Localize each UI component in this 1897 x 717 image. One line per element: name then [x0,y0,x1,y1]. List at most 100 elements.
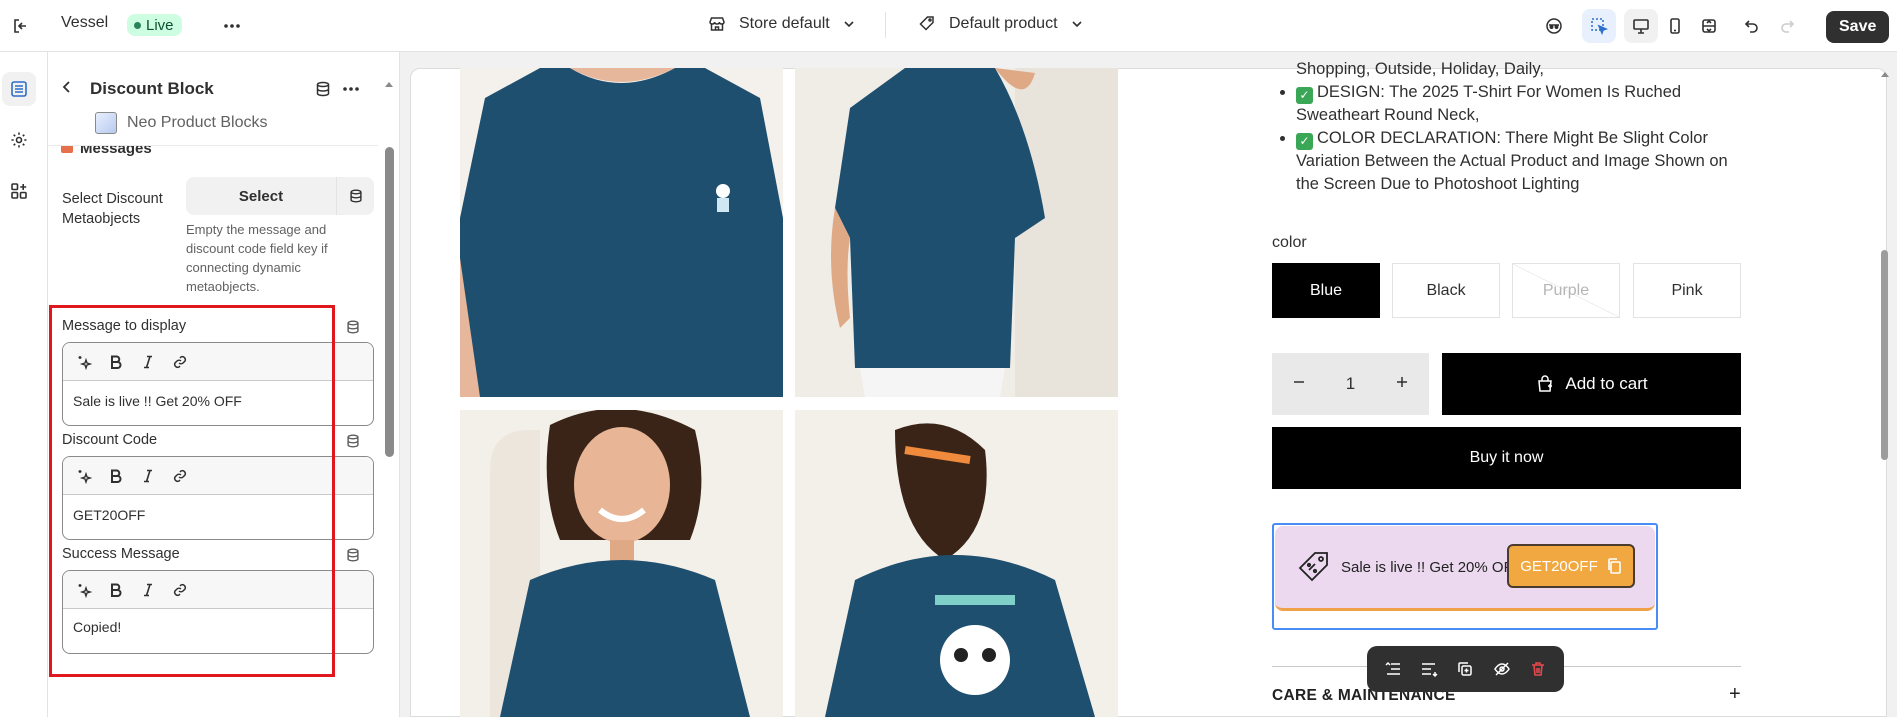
database-icon [345,433,361,449]
add-to-cart-button[interactable]: Add to cart [1442,353,1741,415]
copy-icon [1606,557,1622,575]
undo-button[interactable] [1734,9,1768,43]
product-selector-label: Default product [949,15,1058,32]
block-floating-toolbar [1367,646,1564,692]
select-button[interactable]: Select [186,177,336,215]
back-button[interactable] [58,78,76,101]
model-front-illustration [460,410,783,717]
store-selector-label: Store default [739,15,830,32]
apps-nav-button[interactable] [2,174,36,208]
panel-header: Discount Block Neo Product Blocks [48,52,378,146]
success-dynamic-source-button[interactable] [345,547,361,568]
tag-icon [917,14,937,34]
shirt-front-illustration [460,68,783,397]
fullscreen-icon [1699,16,1719,36]
product-bullets: Shopping, Outside, Holiday, Daily, ✓DESI… [1278,58,1748,196]
discount-message: Sale is live !! Get 20% OFF [1341,558,1522,576]
color-option-blue[interactable]: Blue [1272,263,1380,318]
select-source-button[interactable] [336,177,374,215]
product-image-1[interactable] [460,68,783,397]
color-option-black[interactable]: Black [1392,263,1500,318]
product-image-3[interactable] [460,410,783,717]
database-icon [348,188,364,204]
message-dynamic-source-button[interactable] [345,319,361,340]
chevron-down-icon [842,17,856,31]
mobile-view-button[interactable] [1658,9,1692,43]
database-icon [345,319,361,335]
block-more-button[interactable] [341,80,361,103]
undo-icon [1741,16,1761,36]
plus-icon [1395,375,1409,389]
color-option-purple[interactable]: Purple [1512,263,1620,318]
desktop-icon [1631,16,1651,36]
model-back-illustration [795,410,1118,717]
more-horizontal-icon [222,16,242,36]
preview-scrollbar[interactable] [1881,250,1888,460]
scroll-up-icon[interactable] [1880,70,1890,78]
bullet-item: Shopping, Outside, Holiday, Daily, [1296,60,1544,78]
plus-icon: + [1729,683,1741,705]
metaobjects-help-text: Empty the message and discount code fiel… [186,222,328,294]
top-bar: Vessel Live Store default Default produc… [0,0,1897,52]
fullscreen-button[interactable] [1692,9,1726,43]
move-up-icon[interactable] [1384,660,1402,678]
bullet-item: ✓COLOR DECLARATION: There Might Be Sligh… [1296,127,1748,196]
product-image-2[interactable] [795,68,1118,397]
chevron-left-icon [58,78,76,96]
app-name: Vessel [61,14,109,31]
quantity-value[interactable]: 1 [1346,374,1355,394]
scroll-up-icon [384,80,394,88]
move-down-icon[interactable] [1420,660,1438,678]
exit-button[interactable] [4,9,38,43]
sparkle-face-icon [1544,16,1564,36]
apps-icon [9,181,29,201]
discount-tag-icon [1295,548,1333,586]
desktop-view-button[interactable] [1624,9,1658,43]
redo-icon [1778,16,1798,36]
highlight-box [49,305,335,677]
decrease-quantity-button[interactable] [1292,374,1306,394]
select-metaobjects-label: Select Discount Metaobjects [62,191,163,227]
checkmark-icon: ✓ [1296,87,1313,104]
buy-now-button[interactable]: Buy it now [1272,427,1741,489]
copy-code-button[interactable]: GET20OFF [1507,544,1635,588]
panel-title: Discount Block [90,79,214,98]
code-dynamic-source-button[interactable] [345,433,361,454]
database-icon [314,80,332,98]
delete-icon[interactable] [1529,660,1547,678]
discount-banner[interactable]: Sale is live !! Get 20% OFF GET20OFF [1275,526,1655,611]
more-actions-button[interactable] [215,9,249,43]
inspector-button[interactable] [1582,9,1616,43]
color-option-pink[interactable]: Pink [1633,263,1741,318]
bullet-item: ✓DESIGN: The 2025 T-Shirt For Women Is R… [1296,81,1748,127]
store-selector[interactable]: Store default [707,14,856,34]
database-icon [345,547,361,563]
discount-code-text: GET20OFF [1520,557,1598,575]
settings-nav-button[interactable] [2,123,36,157]
exit-icon [11,16,31,36]
chevron-down-icon [1070,17,1084,31]
save-button[interactable]: Save [1826,11,1890,43]
hide-icon[interactable] [1493,660,1511,678]
gear-icon [9,130,29,150]
panel-scroll-thumb[interactable] [385,147,394,457]
divider [885,12,886,38]
shirt-side-illustration [795,68,1118,397]
duplicate-icon[interactable] [1456,660,1474,678]
cart-icon [1535,374,1555,394]
app-logo-icon [95,112,117,134]
select-metaobjects-control: Select [186,177,374,215]
redo-button[interactable] [1771,9,1805,43]
dynamic-source-button[interactable] [314,80,332,103]
product-image-4[interactable] [795,410,1118,717]
sections-nav-button[interactable] [2,72,36,106]
increase-quantity-button[interactable] [1395,374,1409,394]
product-selector[interactable]: Default product [917,14,1084,34]
layout-sections-icon [9,79,29,99]
more-horizontal-icon [341,80,361,98]
ai-assistant-button[interactable] [1537,9,1571,43]
cursor-select-icon [1589,16,1609,36]
live-badge: Live [127,14,182,36]
minus-icon [1292,375,1306,389]
store-icon [707,14,727,34]
